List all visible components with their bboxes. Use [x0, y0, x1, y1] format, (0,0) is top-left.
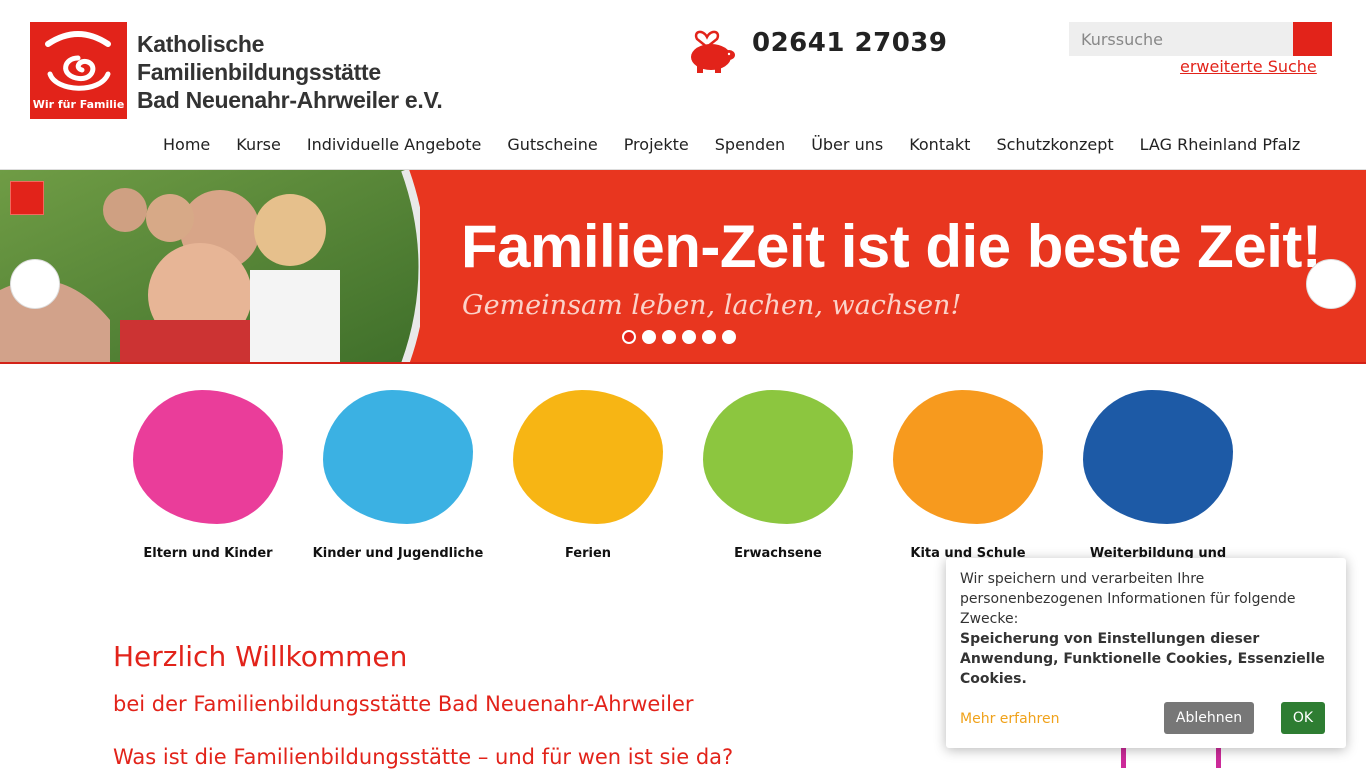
logo-tagline: Wir für Familie	[32, 98, 125, 111]
category-label: Eltern und Kinder	[143, 546, 273, 561]
category-erwachsene[interactable]: Erwachsene	[683, 390, 873, 561]
category-kinder-und-jugendliche[interactable]: Kinder und Jugendliche	[303, 390, 493, 561]
category-illustration-pink	[133, 390, 283, 524]
nav-ueber-uns[interactable]: Über uns	[798, 132, 896, 156]
slide-dot-1[interactable]	[622, 330, 636, 344]
slide-dot-5[interactable]	[702, 330, 716, 344]
next-slide-button[interactable]	[1306, 259, 1356, 309]
cookie-ok-button[interactable]: OK	[1281, 702, 1325, 734]
nav-projekte[interactable]: Projekte	[611, 132, 702, 156]
cookie-decline-button[interactable]: Ablehnen	[1164, 702, 1254, 734]
category-label: Erwachsene	[734, 546, 822, 561]
slide-dot-6[interactable]	[722, 330, 736, 344]
logo[interactable]: Wir für Familie	[30, 22, 127, 119]
prev-slide-button[interactable]	[10, 259, 60, 309]
category-illustration-orange	[893, 390, 1043, 524]
category-ferien[interactable]: Ferien	[493, 390, 683, 561]
welcome-question: Was ist die Familienbildungsstätte – und…	[113, 745, 734, 769]
cookie-more-link[interactable]: Mehr erfahren	[960, 709, 1059, 729]
nav-kurse[interactable]: Kurse	[223, 132, 294, 156]
category-kita-und-schule[interactable]: Kita und Schule	[873, 390, 1063, 561]
category-label: Kinder und Jugendliche	[312, 546, 484, 561]
nav-kontakt[interactable]: Kontakt	[896, 132, 983, 156]
nav-gutscheine[interactable]: Gutscheine	[494, 132, 610, 156]
advanced-search-link[interactable]: erweiterte Suche	[1180, 57, 1317, 76]
slide-indicators	[622, 330, 736, 344]
hero-subtitle: Gemeinsam leben, lachen, wachsen!	[462, 290, 962, 321]
cookie-intro: Wir speichern und verarbeiten Ihre perso…	[960, 571, 1296, 627]
org-name-line-2: Familienbildungsstätte	[137, 59, 381, 85]
search-button[interactable]	[1293, 22, 1332, 56]
category-eltern-und-kinder[interactable]: Eltern und Kinder	[113, 390, 303, 561]
category-illustration-blue	[323, 390, 473, 524]
category-label: Ferien	[564, 546, 612, 561]
category-illustration-yellow	[513, 390, 663, 524]
nav-lag-rheinland-pfalz[interactable]: LAG Rheinland Pfalz	[1127, 132, 1314, 156]
org-name[interactable]: Katholische Familienbildungsstätte Bad N…	[137, 30, 443, 114]
nav-spenden[interactable]: Spenden	[702, 132, 798, 156]
nav-individuelle-angebote[interactable]: Individuelle Angebote	[294, 132, 494, 156]
piggy-bank-icon[interactable]	[685, 25, 737, 73]
slide-dot-2[interactable]	[642, 330, 656, 344]
hero-slider: Familien-Zeit ist die beste Zeit! Gemein…	[0, 170, 1366, 364]
org-name-line-1: Katholische	[137, 31, 265, 57]
cookie-purposes: Speicherung von Einstellungen dieser Anw…	[960, 631, 1325, 687]
category-weiterbildung[interactable]: Weiterbildung und	[1063, 390, 1253, 561]
nav-schutzkonzept[interactable]: Schutzkonzept	[983, 132, 1126, 156]
family-photo	[0, 170, 420, 362]
main-nav: Home Kurse Individuelle Angebote Gutsche…	[150, 132, 1313, 156]
welcome-subheading: bei der Familienbildungsstätte Bad Neuen…	[113, 692, 694, 716]
category-illustration-navy	[1083, 390, 1233, 524]
cookie-consent-dialog: Wir speichern und verarbeiten Ihre perso…	[946, 558, 1346, 748]
slide-dot-3[interactable]	[662, 330, 676, 344]
spiral-logo-icon	[45, 31, 111, 91]
nav-home[interactable]: Home	[150, 132, 223, 156]
pause-button[interactable]	[10, 181, 44, 215]
category-illustration-green	[703, 390, 853, 524]
qr-code-image	[1121, 746, 1221, 768]
org-name-line-3: Bad Neuenahr-Ahrweiler e.V.	[137, 87, 443, 113]
category-tiles: Eltern und Kinder Kinder und Jugendliche…	[113, 390, 1253, 570]
phone-text: 02641 27039	[752, 28, 948, 58]
slide-dot-4[interactable]	[682, 330, 696, 344]
welcome-heading: Herzlich Willkommen	[113, 640, 408, 673]
hero-title: Familien-Zeit ist die beste Zeit!	[461, 213, 1322, 280]
course-search-input[interactable]	[1069, 22, 1293, 56]
phone-number[interactable]: 02641 27039	[752, 28, 947, 58]
site-header: Wir für Familie Katholische Familienbild…	[0, 0, 1366, 170]
